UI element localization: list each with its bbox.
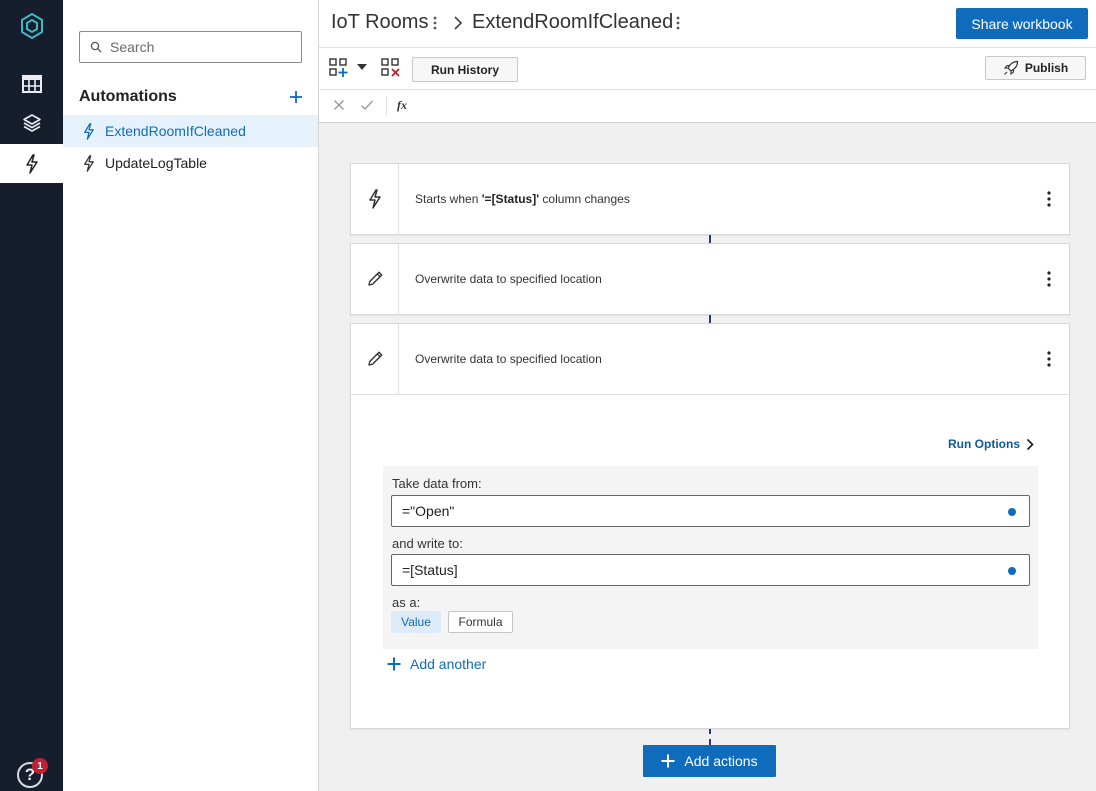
lightning-icon xyxy=(351,164,399,234)
delete-step-icon[interactable] xyxy=(381,58,401,78)
take-data-value: ="Open" xyxy=(402,503,455,519)
chevron-right-icon xyxy=(453,15,463,31)
add-actions-button[interactable]: Add actions xyxy=(643,745,776,777)
breadcrumb-root[interactable]: IoT Rooms xyxy=(331,11,428,34)
flow-connector xyxy=(709,728,711,745)
publish-label: Publish xyxy=(1024,61,1069,75)
field-indicator xyxy=(1008,567,1016,575)
search-box[interactable] xyxy=(79,31,302,63)
rail-automations-button[interactable] xyxy=(0,144,63,183)
as-a-label: as a: xyxy=(392,595,421,610)
automations-sidebar: Automations ExtendRoomIfCleaned UpdateLo… xyxy=(63,0,319,791)
add-step-icon[interactable] xyxy=(329,58,349,78)
write-to-value: =[Status] xyxy=(402,562,458,578)
card-menu-icon[interactable] xyxy=(1039,269,1059,289)
trigger-prefix: Starts when xyxy=(415,192,482,206)
card-menu-icon[interactable] xyxy=(1039,189,1059,209)
trigger-description: Starts when '=[Status]' column changes xyxy=(415,192,630,206)
page-header: IoT Rooms ExtendRoomIfCleaned Share work… xyxy=(319,0,1096,48)
more-options-icon[interactable] xyxy=(675,13,681,33)
search-input[interactable] xyxy=(110,39,290,55)
step-card-expanded[interactable]: Overwrite data to specified location Run… xyxy=(350,323,1070,729)
notification-badge: 1 xyxy=(32,758,48,774)
plus-icon xyxy=(661,754,684,768)
automation-canvas: Starts when '=[Status]' column changes O… xyxy=(319,123,1096,791)
cancel-icon[interactable] xyxy=(333,99,345,111)
sidebar-item-label: ExtendRoomIfCleaned xyxy=(105,123,246,139)
pencil-icon xyxy=(351,244,399,314)
trigger-card[interactable]: Starts when '=[Status]' column changes xyxy=(350,163,1070,235)
formula-bar: fx xyxy=(319,90,1096,123)
sidebar-item-extendroomifcleaned[interactable]: ExtendRoomIfCleaned xyxy=(63,115,318,147)
step-card[interactable]: Overwrite data to specified location xyxy=(350,243,1070,315)
run-history-button[interactable]: Run History xyxy=(412,57,518,82)
add-another-label: Add another xyxy=(410,656,487,672)
chevron-down-icon[interactable] xyxy=(357,64,367,71)
fx-icon: fx xyxy=(397,98,407,112)
rail-layers-button[interactable] xyxy=(0,103,63,142)
sidebar-item-label: UpdateLogTable xyxy=(105,155,207,171)
share-workbook-button[interactable]: Share workbook xyxy=(956,8,1088,39)
more-options-icon[interactable] xyxy=(432,13,438,33)
run-options-link[interactable]: Run Options xyxy=(948,437,1034,451)
table-icon xyxy=(21,74,42,93)
trigger-suffix: column changes xyxy=(539,192,630,206)
toolbar: Run History Publish xyxy=(319,48,1096,90)
overwrite-panel: Take data from: ="Open" and write to: =[… xyxy=(383,466,1038,649)
add-another-button[interactable]: Add another xyxy=(387,656,486,672)
plus-icon xyxy=(290,91,302,103)
confirm-icon[interactable] xyxy=(360,99,374,111)
field-indicator xyxy=(1008,508,1016,516)
run-options-label: Run Options xyxy=(948,437,1020,451)
breadcrumb-current: ExtendRoomIfCleaned xyxy=(472,11,674,33)
chevron-right-icon xyxy=(1020,438,1034,451)
automations-title: Automations xyxy=(79,88,177,105)
take-data-label: Take data from: xyxy=(392,476,482,491)
add-actions-label: Add actions xyxy=(684,753,758,769)
step-config: Run Options Take data from: ="Open" and … xyxy=(351,394,1069,728)
plus-icon xyxy=(387,657,410,671)
rail-tables-button[interactable] xyxy=(0,64,63,103)
divider xyxy=(386,96,387,116)
lightning-icon xyxy=(83,154,95,172)
layers-icon xyxy=(22,113,42,133)
step-description: Overwrite data to specified location xyxy=(415,272,602,286)
lightning-icon xyxy=(83,122,95,140)
automations-header: Automations xyxy=(79,86,303,108)
app-rail: ? 1 xyxy=(0,0,63,791)
write-to-label: and write to: xyxy=(392,536,463,551)
rocket-icon xyxy=(1003,60,1025,76)
sidebar-item-updatelogtable[interactable]: UpdateLogTable xyxy=(63,147,318,179)
card-menu-icon[interactable] xyxy=(1039,349,1059,369)
lightning-icon xyxy=(25,153,39,174)
step-description: Overwrite data to specified location xyxy=(415,352,602,366)
app-logo-icon[interactable] xyxy=(0,8,63,44)
take-data-field[interactable]: ="Open" xyxy=(391,495,1030,527)
pencil-icon xyxy=(351,324,399,394)
trigger-column: '=[Status]' xyxy=(481,192,540,206)
add-automation-button[interactable] xyxy=(289,90,303,104)
value-option[interactable]: Value xyxy=(391,611,441,633)
formula-option[interactable]: Formula xyxy=(448,611,513,633)
search-icon xyxy=(90,41,102,53)
write-to-field[interactable]: =[Status] xyxy=(391,554,1030,586)
publish-button[interactable]: Publish xyxy=(985,56,1086,80)
